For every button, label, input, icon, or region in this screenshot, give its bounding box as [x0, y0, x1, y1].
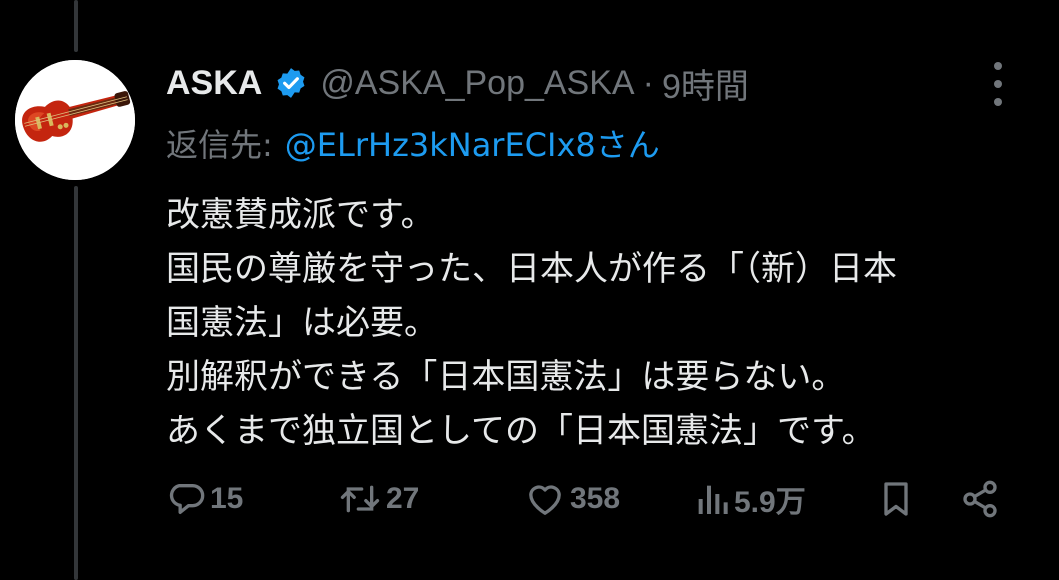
guitar-avatar-icon	[15, 60, 135, 180]
like-count: 358	[570, 482, 621, 515]
share-icon	[963, 480, 997, 518]
views-button[interactable]: 5.9万	[694, 474, 806, 524]
tweet-body-line: 別解釈ができる「日本国憲法」は要らない。	[166, 357, 846, 397]
repost-icon	[340, 485, 380, 513]
timestamp[interactable]: 9時間	[662, 59, 749, 108]
tweet-body: 改憲賛成派です。 国民の尊厳を守った、日本人が作る「（新）日本 国憲法」は必要。…	[166, 188, 1046, 458]
tweet-header: ASKA @ASKA_Pop_ASKA · 9時間	[166, 56, 749, 110]
reply-to-user-link[interactable]: @ELrHz3kNarECIx8さん	[285, 120, 660, 166]
more-dots-icon[interactable]	[986, 62, 1010, 106]
author-handle[interactable]: @ASKA_Pop_ASKA	[320, 64, 634, 103]
views-icon	[698, 485, 728, 514]
avatar[interactable]	[15, 60, 135, 180]
separator-dot: ·	[642, 63, 654, 102]
share-button[interactable]	[960, 474, 1000, 524]
tweet-body-line: 改憲賛成派です。	[166, 195, 435, 235]
heart-icon	[529, 485, 561, 515]
reply-to: 返信先: @ELrHz3kNarECIx8さん	[166, 118, 660, 168]
reply-button[interactable]: 15	[166, 474, 243, 524]
thread-line-top	[74, 0, 78, 52]
views-count: 5.9万	[734, 486, 806, 519]
tweet-body-line: 国憲法」は必要。	[166, 303, 438, 343]
like-button[interactable]: 358	[524, 474, 620, 524]
bookmark-icon	[884, 482, 908, 516]
thread-line-bottom	[74, 186, 78, 580]
reply-icon	[169, 484, 205, 514]
tweet-body-line: あくまで独立国としての「日本国憲法」です。	[166, 411, 876, 451]
reply-count: 15	[210, 482, 244, 515]
verified-badge-icon	[274, 66, 308, 100]
bookmark-button[interactable]	[878, 474, 914, 524]
repost-count: 27	[386, 482, 420, 515]
repost-button[interactable]: 27	[338, 474, 419, 524]
author-name[interactable]: ASKA	[166, 64, 262, 103]
tweet-body-line: 国民の尊厳を守った、日本人が作る「（新）日本	[166, 249, 897, 289]
action-bar: 15 27 358 5.9万	[166, 474, 1026, 524]
reply-to-label: 返信先:	[166, 126, 273, 164]
